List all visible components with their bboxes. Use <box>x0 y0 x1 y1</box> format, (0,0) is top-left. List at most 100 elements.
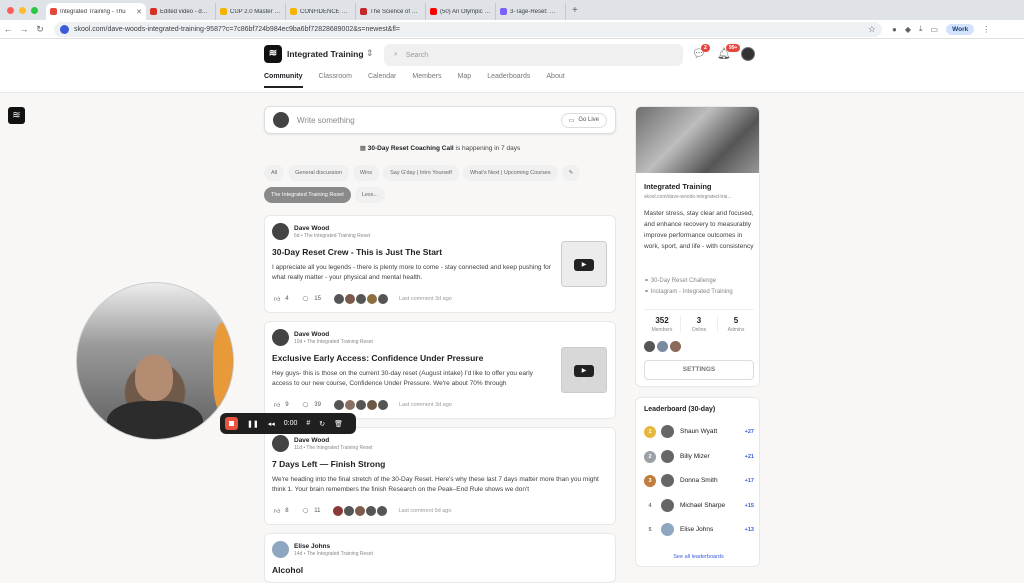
browser-tab-5[interactable]: (50) An Olympic Gold Medali <box>426 3 496 20</box>
browser-tab-3[interactable]: CONFIDENCE SKOOL - Goog <box>286 3 356 20</box>
side-logo-icon[interactable]: ≋ <box>8 107 25 124</box>
close-window-button[interactable] <box>7 7 14 14</box>
like-icon[interactable]: 👍︎ <box>274 401 280 409</box>
link-reset-challenge[interactable]: ⚭ 30-Day Reset Challenge <box>644 277 716 284</box>
stop-recording-button[interactable] <box>225 417 238 430</box>
leaderboard-row[interactable]: 2 Billy Mizer +21 <box>644 450 754 463</box>
url-field[interactable]: skool.com/dave-woods-integrated-training… <box>54 21 882 37</box>
browser-tab-2[interactable]: CUP 2.0 Master - Google Sli <box>216 3 286 20</box>
group-logo-icon[interactable]: ≋ <box>264 45 282 63</box>
author-name[interactable]: Dave Wood <box>294 331 373 338</box>
comment-icon[interactable]: 🗨︎ <box>302 508 310 515</box>
back-arrow-icon[interactable]: ← <box>0 24 16 34</box>
chip-general[interactable]: General discussion <box>288 165 349 181</box>
play-icon: ▶ <box>574 259 594 271</box>
tab-calendar[interactable]: Calendar <box>368 73 396 88</box>
extensions-icon[interactable]: ◆ <box>905 25 911 34</box>
post-title[interactable]: 7 Days Left — Finish Strong <box>272 459 385 469</box>
author-name[interactable]: Dave Wood <box>294 225 370 232</box>
see-all-leaderboards-link[interactable]: See all leaderboards <box>636 554 761 560</box>
tab-about[interactable]: About <box>546 73 564 88</box>
grid-icon[interactable]: # <box>306 420 310 427</box>
post-title[interactable]: Exclusive Early Access: Confidence Under… <box>272 353 483 363</box>
chip-whats-next[interactable]: What's Next | Upcoming Courses <box>462 165 558 181</box>
chip-all[interactable]: All <box>264 165 285 181</box>
download-icon[interactable]: ⤓ <box>919 24 923 34</box>
avatar[interactable] <box>272 223 289 240</box>
group-card-name: Integrated Training <box>644 182 712 191</box>
event-banner[interactable]: ▦ 30-Day Reset Coaching Call is happenin… <box>264 144 616 152</box>
minimize-window-button[interactable] <box>19 7 26 14</box>
post-title[interactable]: Alcohol <box>272 565 303 575</box>
comment-icon[interactable]: 🗨︎ <box>302 296 310 303</box>
like-icon[interactable]: 👍︎ <box>274 507 280 515</box>
community-nav: Community Classroom Calendar Members Map… <box>264 73 565 88</box>
tab-members[interactable]: Members <box>412 73 441 88</box>
stat-online[interactable]: 3 Online <box>680 316 718 333</box>
video-thumbnail[interactable]: ▶ <box>561 241 607 287</box>
post-title[interactable]: 30-Day Reset Crew - This is Just The Sta… <box>272 247 442 257</box>
comment-icon[interactable]: 🗨︎ <box>302 402 310 409</box>
profile-button[interactable]: Work <box>946 23 975 35</box>
bookmark-star-icon[interactable]: ☆ <box>868 24 876 35</box>
browser-tab-4[interactable]: The Science of Nature's Reset <box>356 3 426 20</box>
avatar[interactable] <box>272 435 289 452</box>
tab-leaderboards[interactable]: Leaderboards <box>487 73 530 88</box>
microphone-icon[interactable]: ● <box>892 25 897 34</box>
settings-button[interactable]: SETTINGS <box>644 360 754 380</box>
tab-favicon-icon <box>500 8 507 15</box>
leaderboard-row[interactable]: 3 Donna Smith +17 <box>644 474 754 487</box>
browser-tab-1[interactable]: Edited video - dave@wmw.co <box>146 3 216 20</box>
browser-tab-0[interactable]: Integrated Training - Thu ✕ <box>46 3 146 20</box>
site-info-icon[interactable] <box>60 24 69 34</box>
chip-wins[interactable]: Wins <box>352 165 380 181</box>
webcam-bubble[interactable] <box>76 282 234 440</box>
trash-icon[interactable]: 🗑︎ <box>334 420 343 428</box>
chip-integrated-reset[interactable]: The Integrated Training Reset <box>264 187 351 203</box>
tab-favicon-icon <box>50 8 57 15</box>
switch-group-icon[interactable]: ⇕ <box>366 48 374 59</box>
video-thumbnail[interactable]: ▶ <box>561 347 607 393</box>
new-tab-button[interactable]: + <box>566 5 584 20</box>
reload-icon[interactable]: ↻ <box>32 24 48 35</box>
rewind-icon[interactable]: ◂◂ <box>268 420 275 428</box>
forward-arrow-icon[interactable]: → <box>16 24 32 34</box>
like-count: 9 <box>285 402 289 408</box>
cast-icon[interactable]: ▭ <box>931 25 939 34</box>
write-post-box[interactable]: Write something ▭ Go Live <box>264 106 616 134</box>
close-tab-icon[interactable]: ✕ <box>136 8 142 16</box>
zoom-window-button[interactable] <box>31 7 38 14</box>
post-card[interactable]: Dave Wood 6d • The Integrated Training Re… <box>264 215 616 313</box>
avatar[interactable] <box>741 47 755 61</box>
stat-members[interactable]: 352 Members <box>644 316 680 333</box>
pin-icon[interactable]: ✎ <box>561 165 581 181</box>
avatar[interactable] <box>272 329 289 346</box>
tab-community[interactable]: Community <box>264 73 303 88</box>
tab-map[interactable]: Map <box>458 73 472 88</box>
chip-intro[interactable]: Say G'day | Intro Yourself <box>383 165 459 181</box>
author-name[interactable]: Elise Johns <box>294 543 373 550</box>
group-card-url[interactable]: skool.com/dave-woods-integrated-trai... <box>644 194 756 200</box>
leaderboard-row[interactable]: 1 Shaun Wyatt +27 <box>644 425 754 438</box>
pause-icon[interactable]: ❚❚ <box>247 420 259 428</box>
avatar[interactable] <box>272 541 289 558</box>
author-name[interactable]: Dave Wood <box>294 437 373 444</box>
member-avatars[interactable] <box>644 341 681 352</box>
post-card[interactable]: Dave Wood 10d • The Integrated Training R… <box>264 321 616 419</box>
go-live-button[interactable]: ▭ Go Live <box>560 112 607 128</box>
last-comment: Last comment 3d ago <box>398 296 452 302</box>
leaderboard-row[interactable]: 5 Elise Johns +13 <box>644 523 754 536</box>
group-name[interactable]: Integrated Training <box>287 49 364 59</box>
stat-admins[interactable]: 5 Admins <box>718 316 754 333</box>
tab-classroom[interactable]: Classroom <box>319 73 352 88</box>
leaderboard-row[interactable]: 4 Michael Sharpe +15 <box>644 499 754 512</box>
menu-kebab-icon[interactable]: ⋮ <box>982 25 990 34</box>
chip-less[interactable]: Less... <box>354 187 385 203</box>
comment-count: 39 <box>314 402 321 408</box>
post-card[interactable]: Dave Wood 11d • The Integrated Training R… <box>264 427 616 525</box>
link-instagram[interactable]: ⚭ Instagram - Integrated Training <box>644 288 733 295</box>
browser-tab-6[interactable]: 3-Tage-Reset: Willkommen <box>496 3 566 20</box>
like-icon[interactable]: 👍︎ <box>274 295 280 303</box>
search-input[interactable]: ⌕ Search <box>384 44 683 66</box>
restart-icon[interactable]: ↻ <box>319 420 325 428</box>
